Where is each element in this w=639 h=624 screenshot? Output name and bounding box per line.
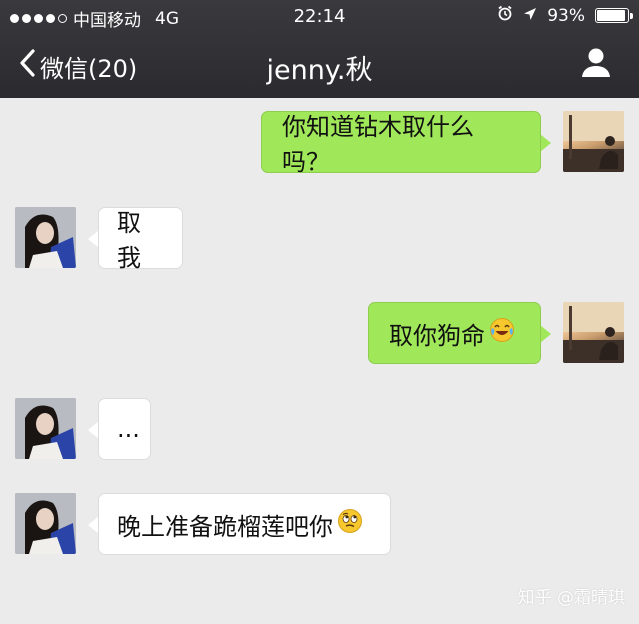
contact-avatar[interactable] xyxy=(15,398,76,459)
nav-bar: 微信(20) jenny.秋 xyxy=(0,32,639,98)
status-right: 93% xyxy=(497,5,633,26)
tears-of-joy-emoji-icon xyxy=(489,317,515,349)
my-avatar[interactable] xyxy=(563,111,624,172)
message-text: 取我 xyxy=(117,209,141,272)
message-text: ... xyxy=(117,415,140,443)
rolling-eyes-emoji-icon xyxy=(337,508,363,540)
status-bar: 中国移动 4G 22:14 93% xyxy=(0,0,639,32)
message-bubble-incoming[interactable]: ... xyxy=(98,398,151,460)
top-bar: 中国移动 4G 22:14 93% 微信(20) jenny.秋 xyxy=(0,0,639,98)
contact-avatar[interactable] xyxy=(15,493,76,554)
message-bubble-outgoing[interactable]: 取你狗命 xyxy=(368,302,541,364)
my-avatar[interactable] xyxy=(563,302,624,363)
location-arrow-icon xyxy=(523,6,537,26)
watermark: 知乎 @霜晴琪 xyxy=(517,588,625,608)
contact-avatar[interactable] xyxy=(15,207,76,268)
battery-icon xyxy=(595,8,633,23)
message-text: 取你狗命 xyxy=(389,321,485,350)
alarm-icon xyxy=(497,5,513,26)
chat-title: jenny.秋 xyxy=(266,55,373,86)
message-text: 你知道钻木取什么吗？ xyxy=(282,113,474,176)
message-bubble-incoming[interactable]: 晚上准备跪榴莲吧你 xyxy=(98,493,391,555)
person-icon xyxy=(581,48,611,82)
message-bubble-incoming[interactable]: 取我 xyxy=(98,207,183,272)
battery-percent: 93% xyxy=(547,5,585,26)
message-text: 晚上准备跪榴莲吧你 xyxy=(117,512,333,541)
profile-button[interactable] xyxy=(581,46,611,82)
message-bubble-outgoing[interactable]: 你知道钻木取什么吗？ xyxy=(261,111,541,176)
